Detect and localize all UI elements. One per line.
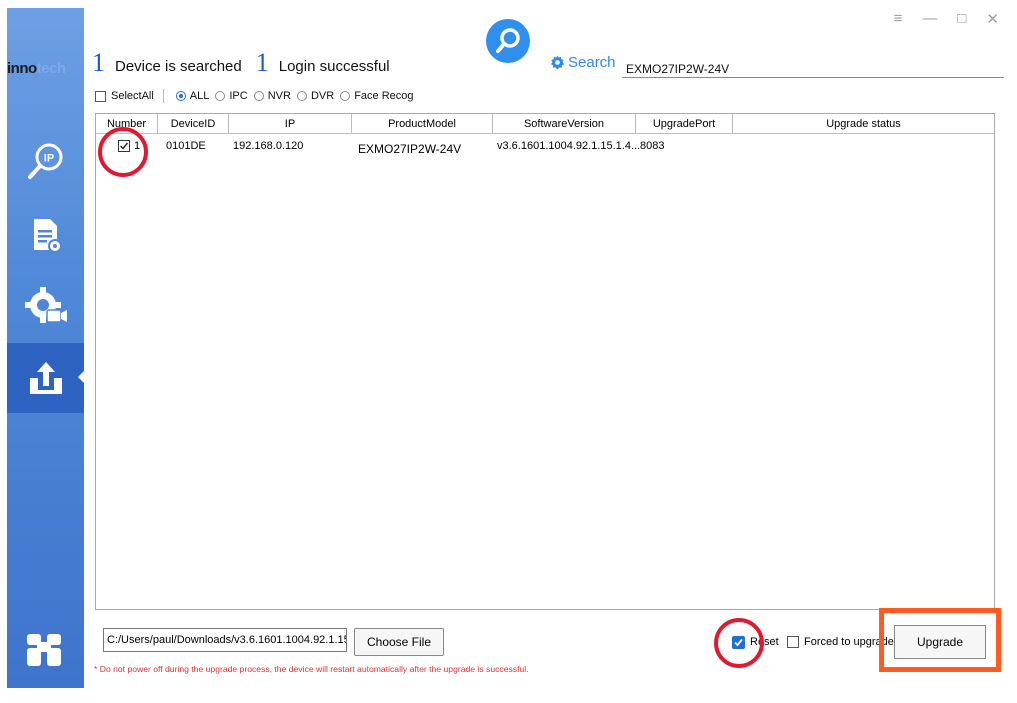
forced-upgrade-checkbox[interactable]	[787, 636, 799, 648]
search-input[interactable]: EXMO27IP2W-24V	[622, 62, 1004, 78]
ip-search-icon: IP	[27, 143, 62, 179]
upgrade-warning: * Do not power off during the upgrade pr…	[94, 664, 529, 674]
nav-device-config[interactable]	[7, 201, 84, 271]
radio-all[interactable]	[175, 91, 186, 101]
radio-all-label: ALL	[189, 90, 210, 102]
devices-count: 1	[92, 48, 105, 77]
select-all-label: SelectAll	[111, 90, 154, 102]
radio-dvr[interactable]	[296, 91, 307, 101]
annotation-circle-reset	[714, 618, 764, 668]
login-count: 1	[255, 48, 269, 77]
radio-face-recog[interactable]	[340, 91, 351, 101]
radio-nvr-label: NVR	[267, 90, 291, 102]
gear-icon	[550, 55, 565, 70]
sidebar: innotech IP	[7, 8, 84, 688]
device-table: Number DeviceID IP ProductModel Software…	[95, 113, 995, 610]
brand-logo: innotech	[7, 60, 84, 78]
col-ip[interactable]: IP	[229, 114, 352, 133]
annotation-box-upgrade	[879, 608, 1001, 672]
table-header: Number DeviceID IP ProductModel Software…	[96, 114, 994, 134]
cell-software-version: v3.6.1601.1004.92.1.15.1.4...	[497, 140, 641, 152]
app-logo-icon	[27, 634, 61, 666]
device-filters: SelectAll ALL IPC NVR DVR Face Recog	[95, 88, 414, 104]
magnifier-icon	[496, 28, 520, 53]
radio-ipc[interactable]	[215, 91, 226, 101]
login-label: Login successful	[278, 58, 390, 75]
col-software-version[interactable]: SoftwareVersion	[493, 114, 636, 133]
col-upgrade-port[interactable]: UpgradePort	[636, 114, 733, 133]
firmware-path-field[interactable]: C:/Users/paul/Downloads/v3.6.1601.1004.9…	[103, 628, 347, 652]
cell-ip: 192.168.0.120	[233, 140, 304, 152]
menu-icon[interactable]: ≡	[894, 10, 903, 28]
search-label: Search	[568, 54, 616, 71]
status-header: 1 Device is searched 1 Login successful	[92, 48, 404, 78]
devices-label: Device is searched	[115, 58, 242, 75]
radio-dvr-label: DVR	[310, 90, 335, 102]
camera-settings-icon	[24, 287, 67, 323]
choose-file-button[interactable]: Choose File	[354, 628, 444, 656]
cell-upgrade-port: 8083	[640, 140, 665, 152]
search-round-button[interactable]	[486, 19, 530, 63]
window-controls: ≡ — □ ✕	[894, 10, 999, 28]
select-all-checkbox[interactable]	[95, 90, 106, 102]
radio-face-recog-label: Face Recog	[354, 90, 414, 102]
nav-ip-search[interactable]: IP	[7, 126, 84, 196]
svg-text:IP: IP	[43, 153, 53, 165]
nav-camera-settings[interactable]	[7, 271, 84, 341]
col-product-model[interactable]: ProductModel	[352, 114, 493, 133]
document-settings-icon	[33, 219, 62, 253]
cell-device-id: 0101DE	[166, 140, 206, 152]
logo-text-light: tech	[36, 60, 66, 77]
table-row[interactable]: 1 0101DE 192.168.0.120 EXMO27IP2W-24V v3…	[96, 140, 994, 156]
upload-icon	[29, 362, 62, 394]
logo-text-dark: inno	[7, 60, 37, 77]
col-device-id[interactable]: DeviceID	[158, 114, 229, 133]
maximize-icon[interactable]: □	[957, 10, 966, 28]
close-icon[interactable]: ✕	[986, 10, 999, 28]
col-upgrade-status[interactable]: Upgrade status	[733, 114, 994, 133]
annotation-circle-row	[98, 127, 148, 177]
filter-divider	[162, 89, 164, 103]
nav-upgrade[interactable]	[7, 343, 84, 413]
radio-ipc-label: IPC	[229, 90, 248, 102]
active-indicator	[78, 371, 84, 383]
radio-nvr[interactable]	[253, 91, 264, 101]
minimize-icon[interactable]: —	[922, 10, 937, 28]
cell-product-model: EXMO27IP2W-24V	[358, 142, 462, 156]
search-button[interactable]: Search	[550, 54, 616, 71]
